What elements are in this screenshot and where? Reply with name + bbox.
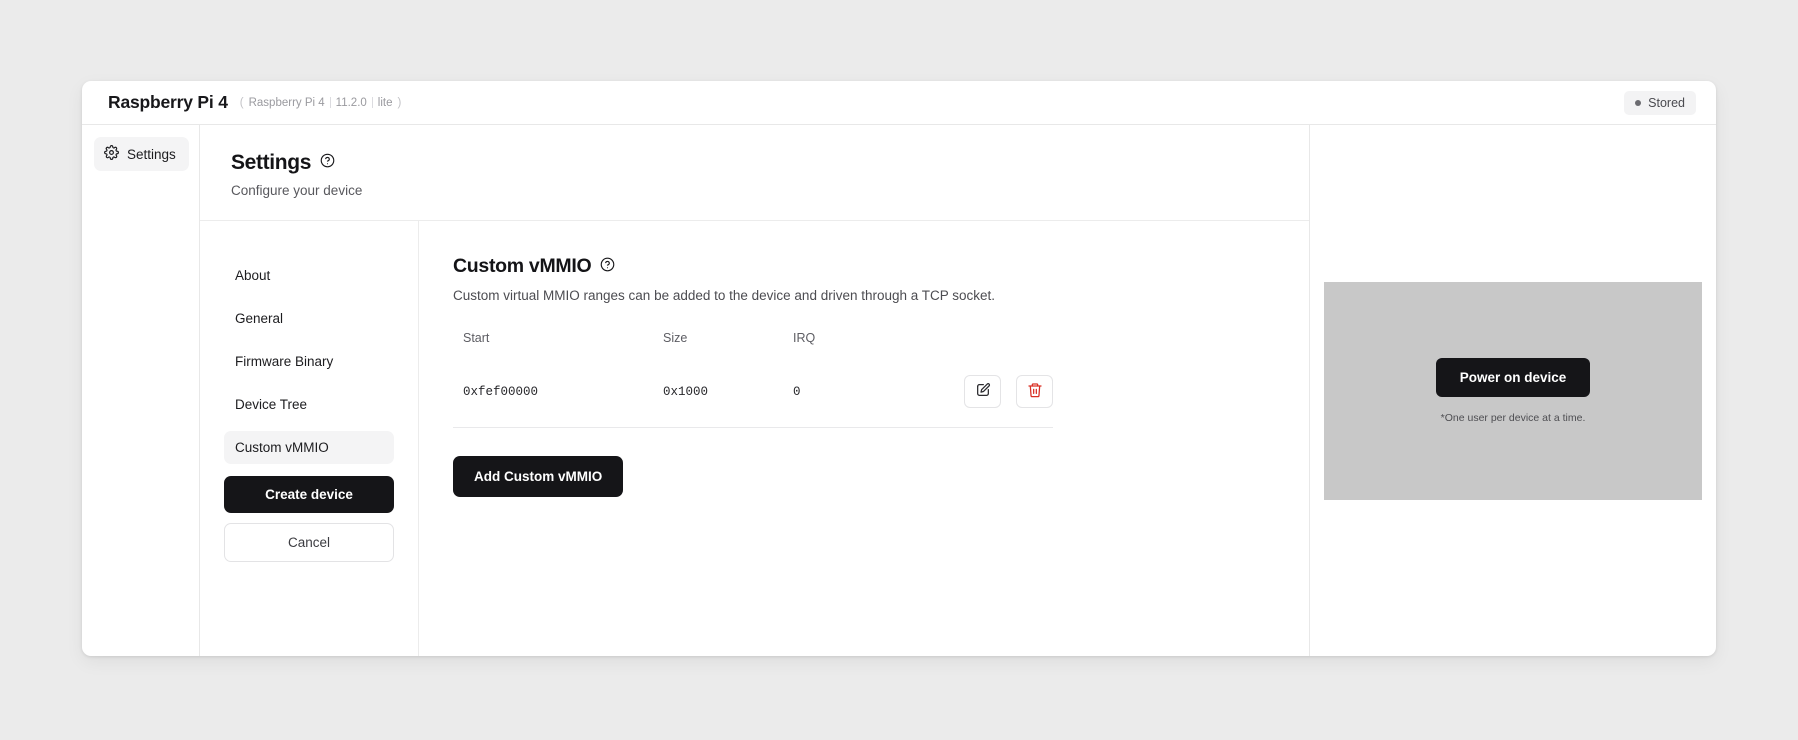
tab-settings[interactable]: Settings xyxy=(94,137,189,171)
center-column: Settings Configure your device About Gen… xyxy=(200,125,1310,656)
column-header-size: Size xyxy=(663,331,688,345)
nav-item-firmware-binary[interactable]: Firmware Binary xyxy=(224,345,394,378)
delete-row-button[interactable] xyxy=(1016,375,1053,408)
cell-start: 0xfef00000 xyxy=(453,365,653,428)
section-title-row: Custom vMMIO xyxy=(453,255,1309,278)
edit-row-button[interactable] xyxy=(964,375,1002,408)
status-badge: Stored xyxy=(1624,90,1696,115)
tab-settings-label: Settings xyxy=(127,146,176,162)
status-badge-label: Stored xyxy=(1648,95,1685,110)
column-header-actions xyxy=(903,331,1053,365)
create-device-button[interactable]: Create device xyxy=(224,476,394,513)
vmmio-table-body: 0xfef00000 0x1000 0 xyxy=(453,365,1053,428)
meta-separator-2 xyxy=(371,97,373,108)
section-title: Custom vMMIO xyxy=(453,255,592,277)
device-preview-panel: Power on device *One user per device at … xyxy=(1310,125,1716,656)
nav-item-device-tree[interactable]: Device Tree xyxy=(224,388,394,421)
cell-actions xyxy=(903,365,1053,428)
section-description: Custom virtual MMIO ranges can be added … xyxy=(453,288,996,303)
meta-open-paren: ( xyxy=(239,96,244,109)
meta-separator-1 xyxy=(329,97,331,108)
power-on-device-button[interactable]: Power on device xyxy=(1435,357,1591,397)
window-titlebar: Raspberry Pi 4 ( Raspberry Pi 4 11.2.0 l… xyxy=(82,81,1716,125)
power-note: *One user per device at a time. xyxy=(1440,411,1586,424)
help-circle-icon[interactable] xyxy=(320,153,335,173)
device-screen: Power on device *One user per device at … xyxy=(1324,281,1702,500)
table-row: 0xfef00000 0x1000 0 xyxy=(453,365,1053,428)
settings-header: Settings Configure your device xyxy=(200,125,1309,221)
device-meta: ( Raspberry Pi 4 11.2.0 lite ) xyxy=(240,97,402,109)
left-rail: Settings xyxy=(82,125,200,656)
cell-size: 0x1000 xyxy=(653,365,783,428)
meta-variant: lite xyxy=(377,96,393,109)
nav-item-general[interactable]: General xyxy=(224,302,394,335)
table-header-row: Start Size IRQ xyxy=(453,331,1053,365)
edit-square-pencil-icon xyxy=(975,382,991,402)
meta-close-paren: ) xyxy=(397,96,402,109)
trash-icon xyxy=(1027,382,1043,402)
help-circle-icon[interactable] xyxy=(600,257,615,277)
vmmio-table-head: Start Size IRQ xyxy=(453,331,1053,365)
column-header-start: Start xyxy=(463,331,490,345)
cancel-button[interactable]: Cancel xyxy=(224,523,394,562)
column-header-irq: IRQ xyxy=(793,331,816,345)
meta-model: Raspberry Pi 4 xyxy=(248,96,325,109)
cell-irq: 0 xyxy=(783,365,903,428)
vmmio-table: Start Size IRQ 0xfef00000 0x1000 0 xyxy=(453,331,1053,428)
status-dot-icon xyxy=(1635,99,1642,106)
settings-nav: About General Firmware Binary Device Tre… xyxy=(200,221,419,656)
gear-icon xyxy=(104,145,119,163)
page-subtitle: Configure your device xyxy=(231,183,363,198)
device-card: Raspberry Pi 4 ( Raspberry Pi 4 11.2.0 l… xyxy=(82,81,1716,656)
page-title-row: Settings xyxy=(231,151,1309,175)
add-custom-vmmio-button[interactable]: Add Custom vMMIO xyxy=(453,456,624,497)
content-pane: Custom vMMIO Custom virtual MMIO ranges … xyxy=(419,221,1309,656)
center-main: About General Firmware Binary Device Tre… xyxy=(200,221,1309,656)
card-body: Settings Settings Configure your device xyxy=(82,125,1716,656)
page-title: Settings xyxy=(231,151,312,174)
device-title: Raspberry Pi 4 xyxy=(108,92,228,112)
nav-item-custom-vmmio[interactable]: Custom vMMIO xyxy=(224,431,394,464)
meta-version: 11.2.0 xyxy=(335,96,367,109)
nav-item-about[interactable]: About xyxy=(224,259,394,292)
